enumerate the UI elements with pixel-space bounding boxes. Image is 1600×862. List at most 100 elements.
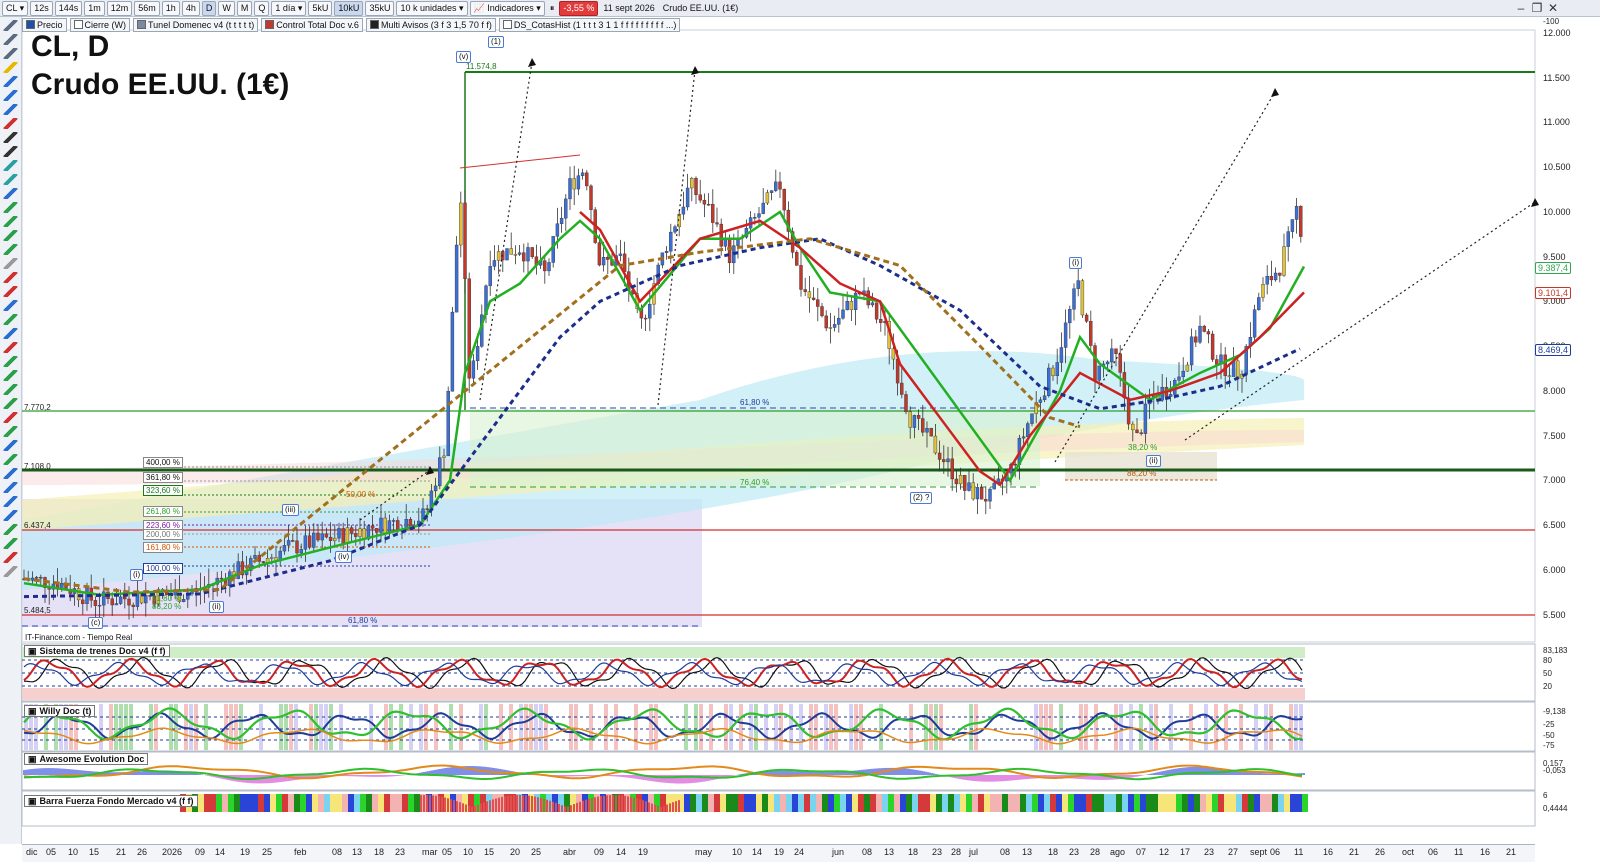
pane-menu-icon[interactable]: ▣ bbox=[28, 754, 37, 764]
barra-bar bbox=[453, 800, 455, 812]
barra-bar bbox=[540, 797, 542, 812]
candle bbox=[433, 485, 438, 492]
candle bbox=[1026, 423, 1030, 437]
candle bbox=[303, 535, 308, 550]
barra-bar bbox=[525, 795, 527, 812]
willy-bar bbox=[329, 704, 333, 750]
candle bbox=[832, 324, 837, 328]
candle bbox=[345, 527, 350, 544]
barra-block bbox=[846, 794, 852, 812]
barra-bar bbox=[648, 802, 650, 812]
barra-block bbox=[708, 794, 714, 812]
candle bbox=[496, 251, 501, 261]
pane-title-trains[interactable]: ▣ Sistema de trenes Doc v4 (f f) bbox=[24, 645, 170, 657]
price-tick-label: 9.500 bbox=[1543, 251, 1566, 262]
wave-label: (iii) bbox=[282, 504, 299, 516]
barra-block bbox=[1002, 794, 1008, 812]
willy-bar bbox=[99, 704, 103, 750]
candle bbox=[1059, 347, 1064, 363]
willy-bar bbox=[109, 704, 113, 750]
barra-bar bbox=[624, 795, 626, 812]
candle bbox=[446, 390, 450, 457]
candle bbox=[257, 555, 261, 562]
barra-block bbox=[906, 794, 912, 812]
barra-block bbox=[972, 794, 978, 812]
barra-block bbox=[1182, 794, 1188, 812]
barra-bar bbox=[477, 804, 479, 812]
barra-block bbox=[822, 794, 828, 812]
fib-label: 361,80 % bbox=[143, 472, 183, 483]
barra-block bbox=[342, 794, 348, 812]
barra-block bbox=[942, 794, 948, 812]
pane-menu-icon[interactable]: ▣ bbox=[28, 646, 37, 656]
indicator-chip[interactable]: Control Total Doc v.6 bbox=[261, 17, 363, 32]
barra-bar bbox=[672, 802, 674, 812]
pane-menu-icon[interactable]: ▣ bbox=[28, 796, 37, 806]
barra-block bbox=[996, 794, 1002, 812]
candle bbox=[1114, 348, 1118, 354]
barra-bar bbox=[567, 806, 569, 812]
barra-bar bbox=[642, 800, 644, 812]
barra-bar bbox=[678, 800, 680, 812]
willy-bar bbox=[1214, 704, 1218, 750]
candle bbox=[1118, 353, 1122, 373]
indicator-chip[interactable]: Multi Avisos (3 f 3 1,5 70 f f) bbox=[365, 17, 496, 32]
indicator-chip[interactable]: DS_CotasHist (1 t t t 3 1 1 f f f f f f … bbox=[498, 17, 681, 32]
barra-block bbox=[216, 794, 222, 812]
candle bbox=[963, 475, 967, 491]
willy-bar bbox=[279, 704, 283, 750]
candle bbox=[803, 289, 807, 292]
candle bbox=[286, 540, 291, 546]
price-axis[interactable]: 12.000 11.500 11.000 10.500 10.000 9.500 9.000… bbox=[1535, 17, 1600, 844]
pane-menu-icon[interactable]: ▣ bbox=[28, 706, 37, 716]
price-tick-label: 6.500 bbox=[1543, 520, 1566, 531]
barra-block bbox=[792, 794, 798, 812]
candle bbox=[93, 600, 98, 606]
willy-bar bbox=[409, 704, 413, 750]
time-tick-label: 14 bbox=[215, 847, 226, 857]
pane-title-awesome[interactable]: ▣ Awesome Evolution Doc bbox=[24, 753, 149, 765]
candle bbox=[442, 455, 446, 458]
time-axis[interactable]: dic 05 10 15 21 26 2026 09 14 19 25 feb 08 13 18 23 mar 0… bbox=[22, 844, 1535, 862]
barra-block bbox=[1032, 794, 1038, 812]
barra-bar bbox=[549, 800, 551, 812]
time-tick-label: jun bbox=[832, 847, 845, 857]
pane-axis-label: 50 bbox=[1543, 669, 1552, 678]
barra-bar bbox=[552, 801, 554, 812]
candle bbox=[1089, 321, 1093, 346]
pane-title-barra[interactable]: ▣ Barra Fuerza Fondo Mercado v4 (f f) bbox=[24, 795, 198, 807]
candle bbox=[131, 604, 135, 607]
time-tick-label: 08 bbox=[1000, 847, 1011, 857]
wave-label: (ii) bbox=[1146, 455, 1161, 467]
barra-block bbox=[1188, 794, 1194, 812]
candle bbox=[979, 487, 984, 500]
time-tick-label: 19 bbox=[774, 847, 785, 857]
price-chart[interactable] bbox=[0, 0, 1600, 861]
willy-bar bbox=[939, 704, 943, 750]
candle bbox=[295, 540, 299, 554]
time-tick-label: 2026 bbox=[162, 847, 183, 857]
barra-bar bbox=[663, 805, 665, 812]
indicator-label: Tunel Domenec v4 (t t t t t) bbox=[148, 19, 255, 30]
time-tick-label: 20 bbox=[510, 847, 521, 857]
time-tick-label: 26 bbox=[137, 847, 148, 857]
willy-bar bbox=[509, 704, 513, 750]
time-tick-label: 16 bbox=[1323, 847, 1334, 857]
time-tick-label: jul bbox=[969, 847, 979, 857]
barra-bar bbox=[537, 797, 539, 812]
willy-bar bbox=[169, 704, 173, 750]
candle bbox=[622, 253, 627, 272]
pane-axis-label: -25 bbox=[1543, 720, 1555, 729]
barra-bar bbox=[612, 795, 614, 812]
candle bbox=[341, 528, 345, 544]
indicator-pane bbox=[21, 701, 1536, 752]
barra-block bbox=[738, 794, 744, 812]
candle bbox=[992, 482, 996, 490]
pane-title-willy[interactable]: ▣ Willy Doc (t) bbox=[24, 705, 96, 717]
candle bbox=[349, 527, 354, 534]
barra-bar bbox=[435, 795, 437, 812]
indicator-chip[interactable]: Tunel Domenec v4 (t t t t t) bbox=[133, 17, 259, 32]
candle bbox=[1126, 397, 1131, 425]
candle bbox=[471, 360, 476, 379]
candle bbox=[30, 577, 35, 581]
